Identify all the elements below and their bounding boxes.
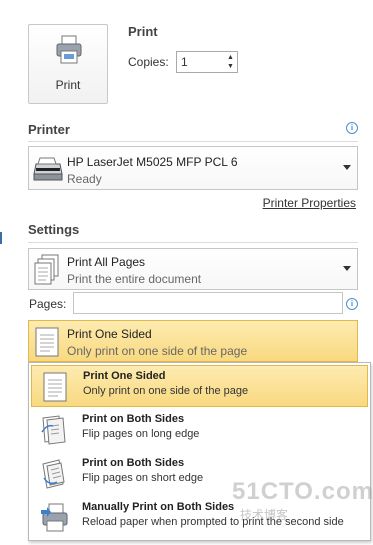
copies-value: 1 (181, 55, 188, 69)
flip-long-edge-icon (41, 415, 66, 445)
one-sided-icon (35, 327, 59, 357)
menu-item-desc: Flip pages on long edge (82, 428, 200, 440)
watermark-subtext: 技术博客 (240, 508, 289, 522)
copies-label: Copies: (128, 55, 169, 69)
watermark-logo: 51CTO.com (232, 478, 373, 505)
pages-info-icon[interactable]: i (346, 298, 358, 310)
settings-divider (28, 242, 358, 243)
menu-item-title: Print on Both Sides (82, 413, 185, 425)
print-sides-title: Print One Sided (67, 327, 152, 341)
print-pages-title: Print All Pages (67, 255, 146, 269)
print-sides-subtitle: Only print on one side of the page (67, 344, 248, 358)
print-sides-dropdown[interactable]: Print One Sided Only print on one side o… (28, 320, 358, 362)
menu-item-one-sided[interactable]: Print One Sided Only print on one side o… (31, 365, 368, 407)
print-button-label: Print (55, 78, 81, 92)
menu-item-desc: Only print on one side of the page (83, 385, 249, 397)
menu-item-title: Manually Print on Both Sides (82, 501, 235, 513)
chevron-down-icon (343, 165, 351, 170)
printer-name: HP LaserJet M5025 MFP PCL 6 (67, 155, 238, 169)
spin-up-icon[interactable]: ▲ (225, 53, 236, 62)
manual-duplex-printer-icon (41, 503, 68, 532)
menu-item-both-sides-long[interactable]: Print on Both Sides Flip pages on long e… (31, 409, 368, 451)
panel-edge-marker (0, 232, 2, 244)
printer-icon (56, 35, 82, 64)
printer-status: Ready (67, 172, 102, 186)
menu-item-desc: Flip pages on short edge (82, 472, 204, 484)
chevron-down-icon (343, 266, 351, 271)
printer-divider (28, 141, 358, 142)
print-pages-subtitle: Print the entire document (67, 272, 202, 286)
spin-down-icon[interactable]: ▼ (225, 62, 236, 71)
copies-stepper[interactable]: 1 ▲ ▼ (176, 51, 238, 73)
menu-item-title: Print on Both Sides (82, 457, 185, 469)
menu-item-title: Print One Sided (83, 370, 166, 382)
settings-section-title: Settings (28, 222, 80, 237)
one-sided-icon (43, 372, 67, 402)
printer-info-icon[interactable]: i (346, 122, 358, 134)
flip-short-edge-icon (42, 459, 65, 489)
menu-item-desc: Reload paper when prompted to print the … (82, 516, 344, 528)
print-sides-menu: Print One Sided Only print on one side o… (28, 362, 371, 541)
printer-dropdown[interactable]: HP LaserJet M5025 MFP PCL 6 Ready (28, 146, 358, 190)
printer-properties-link[interactable]: Printer Properties (263, 196, 356, 210)
all-pages-icon (34, 254, 59, 285)
print-button[interactable]: Print (28, 24, 108, 104)
laser-printer-icon (33, 157, 63, 181)
pages-label: Pages: (29, 297, 67, 311)
printer-section-title: Printer (28, 122, 70, 137)
print-heading: Print (128, 24, 158, 39)
pages-input[interactable] (73, 292, 343, 314)
print-pages-dropdown[interactable]: Print All Pages Print the entire documen… (28, 248, 358, 290)
